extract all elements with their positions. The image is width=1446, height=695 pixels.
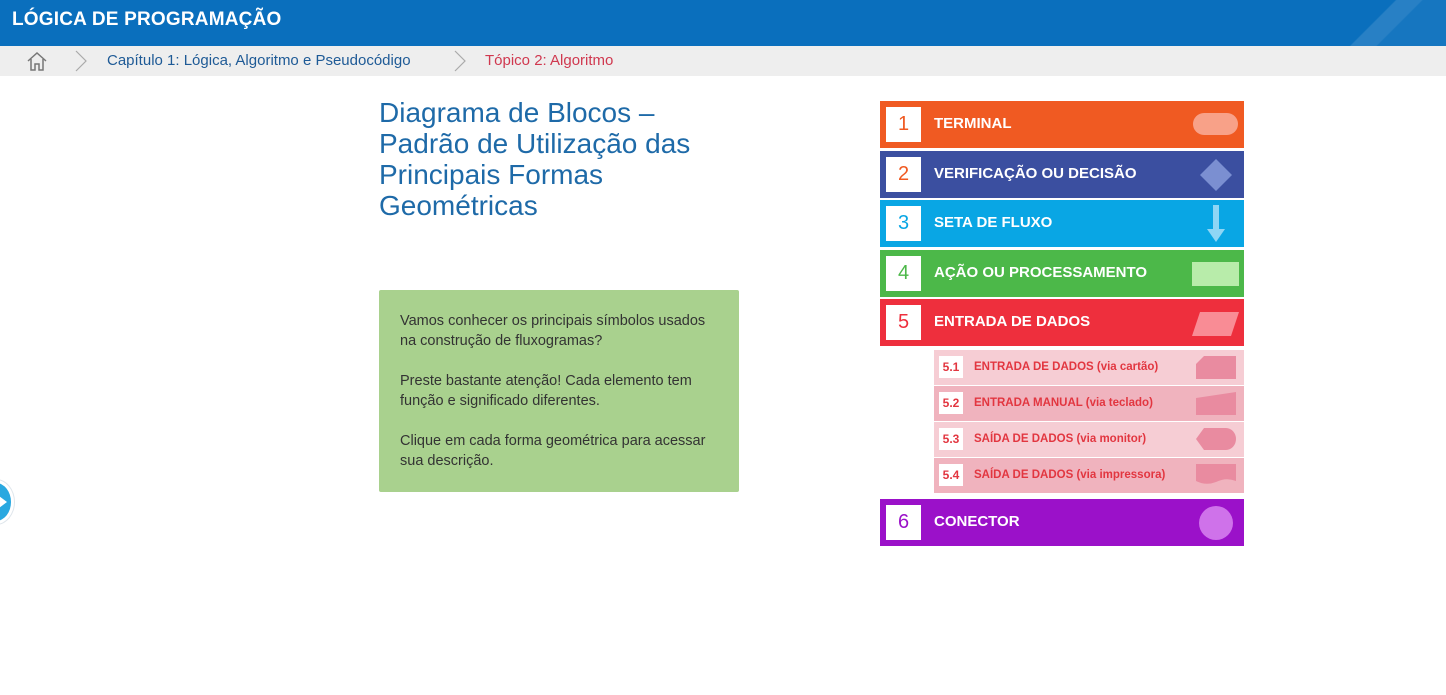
shape-label: AÇÃO OU PROCESSAMENTO bbox=[934, 264, 1148, 281]
header-decoration bbox=[1316, 0, 1446, 46]
chevron-right-icon bbox=[74, 50, 88, 72]
shape-label: ENTRADA DE DADOS bbox=[934, 313, 1091, 330]
shape-number: 1 bbox=[886, 107, 921, 142]
sub-shape-item-document[interactable]: 5.4 SAÍDA DE DADOS (via impressora) bbox=[934, 458, 1244, 493]
sub-shape-number: 5.2 bbox=[939, 392, 963, 414]
shape-label: TERMINAL bbox=[934, 115, 1012, 132]
sub-shape-item-manual-input[interactable]: 5.2 ENTRADA MANUAL (via teclado) bbox=[934, 386, 1244, 421]
manual-input-icon bbox=[1196, 392, 1236, 420]
app-header: LÓGICA DE PROGRAMAÇÃO bbox=[0, 0, 1446, 46]
terminal-shape-icon bbox=[1193, 113, 1238, 140]
sub-shape-label: ENTRADA DE DADOS (via cartão) bbox=[974, 361, 1159, 373]
shape-label: SETA DE FLUXO bbox=[934, 214, 1053, 231]
chevron-right-icon bbox=[453, 50, 467, 72]
shape-label: VERIFICAÇÃO OU DECISÃO bbox=[934, 165, 1137, 182]
shape-item-connector[interactable]: 6 CONECTOR bbox=[880, 499, 1244, 546]
connector-circle-icon bbox=[1198, 505, 1234, 546]
shape-item-flow-arrow[interactable]: 3 SETA DE FLUXO bbox=[880, 200, 1244, 247]
sub-shape-number: 5.1 bbox=[939, 356, 963, 378]
sub-shape-label: SAÍDA DE DADOS (via monitor) bbox=[974, 433, 1147, 445]
breadcrumb-current-topic: Tópico 2: Algoritmo bbox=[485, 52, 614, 69]
shape-number: 6 bbox=[886, 505, 921, 540]
shape-item-process[interactable]: 4 AÇÃO OU PROCESSAMENTO bbox=[880, 250, 1244, 297]
intro-paragraph: Vamos conhecer os principais símbolos us… bbox=[400, 313, 706, 349]
breadcrumb-chapter-link[interactable]: Capítulo 1: Lógica, Algoritmo e Pseudocó… bbox=[107, 52, 411, 69]
intro-paragraph: Clique em cada forma geométrica para ace… bbox=[400, 433, 706, 469]
intro-box: Vamos conhecer os principais símbolos us… bbox=[379, 290, 739, 492]
sub-shape-item-display[interactable]: 5.3 SAÍDA DE DADOS (via monitor) bbox=[934, 422, 1244, 457]
card-shape-icon bbox=[1196, 356, 1236, 384]
app-title: LÓGICA DE PROGRAMAÇÃO bbox=[12, 9, 282, 30]
shape-number: 4 bbox=[886, 256, 921, 291]
shape-item-decision[interactable]: 2 VERIFICAÇÃO OU DECISÃO bbox=[880, 151, 1244, 198]
sub-shape-number: 5.3 bbox=[939, 428, 963, 450]
sub-shape-number: 5.4 bbox=[939, 464, 963, 486]
sub-shape-label: SAÍDA DE DADOS (via impressora) bbox=[974, 469, 1166, 481]
shape-item-data-input[interactable]: 5 ENTRADA DE DADOS bbox=[880, 299, 1244, 346]
home-icon[interactable] bbox=[26, 51, 48, 71]
shape-number: 5 bbox=[886, 305, 921, 340]
shape-label: CONECTOR bbox=[934, 513, 1020, 530]
shape-number: 2 bbox=[886, 157, 921, 192]
shape-item-terminal[interactable]: 1 TERMINAL bbox=[880, 101, 1244, 148]
intro-paragraph: Preste bastante atenção! Cada elemento t… bbox=[400, 373, 692, 409]
process-rectangle-icon bbox=[1192, 262, 1239, 291]
sub-shape-item-card[interactable]: 5.1 ENTRADA DE DADOS (via cartão) bbox=[934, 350, 1244, 385]
next-arrow-icon[interactable] bbox=[0, 480, 14, 524]
sub-shape-label: ENTRADA MANUAL (via teclado) bbox=[974, 397, 1153, 409]
shape-number: 3 bbox=[886, 206, 921, 241]
page-title: Diagrama de Blocos – Padrão de Utilizaçã… bbox=[379, 97, 691, 221]
display-shape-icon bbox=[1196, 428, 1236, 455]
arrow-down-icon bbox=[1206, 205, 1226, 248]
breadcrumb: Capítulo 1: Lógica, Algoritmo e Pseudocó… bbox=[0, 46, 1446, 76]
parallelogram-icon bbox=[1192, 312, 1239, 341]
decision-diamond-icon bbox=[1199, 158, 1233, 197]
document-shape-icon bbox=[1196, 464, 1236, 491]
